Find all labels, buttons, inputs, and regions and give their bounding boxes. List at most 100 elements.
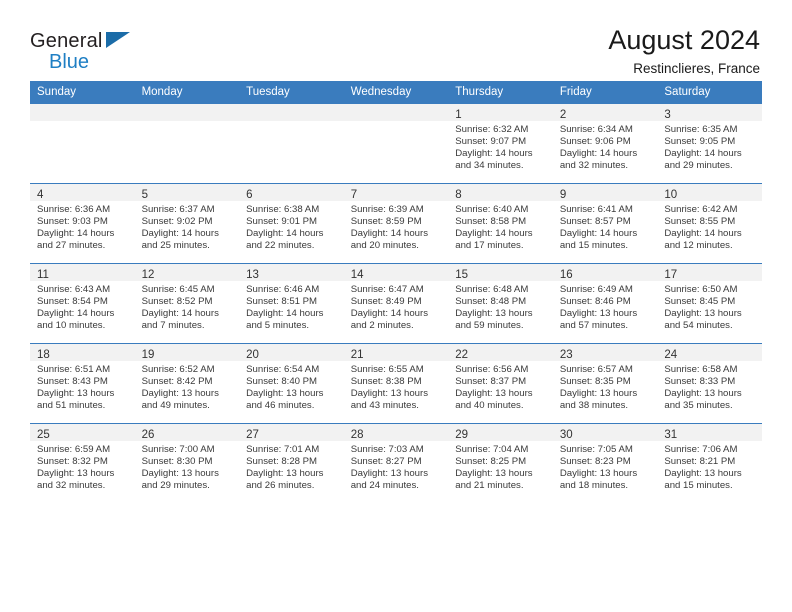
calendar-day-cell[interactable]: 27 Sunrise: 7:01 AM Sunset: 8:28 PM Dayligh… bbox=[239, 423, 344, 503]
calendar-day-cell[interactable]: 11 Sunrise: 6:43 AM Sunset: 8:54 PM Dayligh… bbox=[30, 263, 135, 344]
weekday-header-monday: Monday bbox=[134, 81, 240, 104]
calendar-day-cell[interactable]: 19 Sunrise: 6:52 AM Sunset: 8:42 PM Dayligh… bbox=[134, 343, 240, 424]
day-detail-line: and 49 minutes. bbox=[141, 400, 210, 412]
brand-logo[interactable]: General Blue bbox=[30, 24, 150, 72]
day-number-band: 24 bbox=[657, 344, 762, 361]
calendar-day-cell[interactable]: 31 Sunrise: 7:06 AM Sunset: 8:21 PM Dayligh… bbox=[657, 423, 762, 503]
day-number: 28 bbox=[350, 429, 364, 441]
day-detail-line: Sunrise: 6:35 AM bbox=[664, 124, 738, 135]
calendar-day-cell[interactable]: 25 Sunrise: 6:59 AM Sunset: 8:32 PM Dayligh… bbox=[30, 423, 135, 503]
calendar-day-cell[interactable]: 6 Sunrise: 6:38 AM Sunset: 9:01 PM Daylight… bbox=[239, 183, 344, 264]
calendar-day-cell[interactable]: 30 Sunrise: 7:05 AM Sunset: 8:23 PM Dayligh… bbox=[552, 423, 658, 503]
calendar-day-cell[interactable]: 2 Sunrise: 6:34 AM Sunset: 9:06 PM Daylight… bbox=[552, 103, 658, 184]
day-detail-line: and 46 minutes. bbox=[246, 400, 315, 412]
day-number-band: 4 bbox=[30, 184, 135, 201]
day-number-band: 7 bbox=[343, 184, 449, 201]
day-detail-line: and 29 minutes. bbox=[664, 160, 733, 172]
calendar-day-cell[interactable]: 28 Sunrise: 7:03 AM Sunset: 8:27 PM Dayligh… bbox=[343, 423, 449, 503]
calendar-cell-empty bbox=[134, 103, 240, 184]
day-details bbox=[135, 121, 240, 124]
calendar-day-cell[interactable]: 1 Sunrise: 6:32 AM Sunset: 9:07 PM Daylight… bbox=[448, 103, 553, 184]
day-details: Sunrise: 6:48 AM Sunset: 8:48 PM Daylight:… bbox=[448, 281, 553, 332]
day-details bbox=[239, 121, 344, 124]
day-detail-line: Sunset: 9:07 PM bbox=[455, 136, 527, 148]
day-details: Sunrise: 6:45 AM Sunset: 8:52 PM Daylight:… bbox=[135, 281, 240, 332]
day-detail-line: Daylight: 13 hours bbox=[455, 308, 533, 320]
day-number: 31 bbox=[664, 429, 678, 441]
day-detail-line: Sunset: 8:30 PM bbox=[141, 456, 213, 468]
calendar-day-cell[interactable]: 9 Sunrise: 6:41 AM Sunset: 8:57 PM Daylight… bbox=[552, 183, 658, 264]
day-detail-line: Sunrise: 7:00 AM bbox=[141, 444, 215, 455]
day-detail-line: Sunrise: 7:05 AM bbox=[559, 444, 633, 455]
day-detail-line: Daylight: 13 hours bbox=[664, 308, 742, 320]
day-detail-line: Sunrise: 7:03 AM bbox=[350, 444, 424, 455]
day-details: Sunrise: 6:39 AM Sunset: 8:59 PM Daylight:… bbox=[344, 201, 449, 252]
calendar-day-cell[interactable]: 15 Sunrise: 6:48 AM Sunset: 8:48 PM Dayligh… bbox=[448, 263, 553, 344]
calendar-day-cell[interactable]: 20 Sunrise: 6:54 AM Sunset: 8:40 PM Dayligh… bbox=[239, 343, 344, 424]
calendar-day-cell[interactable]: 24 Sunrise: 6:58 AM Sunset: 8:33 PM Dayligh… bbox=[657, 343, 762, 424]
calendar-day-cell[interactable]: 12 Sunrise: 6:45 AM Sunset: 8:52 PM Dayligh… bbox=[134, 263, 240, 344]
day-detail-line: Daylight: 14 hours bbox=[141, 308, 219, 320]
day-details: Sunrise: 6:49 AM Sunset: 8:46 PM Daylight:… bbox=[553, 281, 658, 332]
calendar-day-cell[interactable]: 5 Sunrise: 6:37 AM Sunset: 9:02 PM Daylight… bbox=[134, 183, 240, 264]
calendar-day-cell[interactable]: 4 Sunrise: 6:36 AM Sunset: 9:03 PM Daylight… bbox=[30, 183, 135, 264]
calendar-day-cell[interactable]: 10 Sunrise: 6:42 AM Sunset: 8:55 PM Dayligh… bbox=[657, 183, 762, 264]
calendar-day-cell[interactable]: 8 Sunrise: 6:40 AM Sunset: 8:58 PM Daylight… bbox=[448, 183, 553, 264]
calendar-day-cell[interactable]: 14 Sunrise: 6:47 AM Sunset: 8:49 PM Dayligh… bbox=[343, 263, 449, 344]
day-detail-line: and 25 minutes. bbox=[141, 240, 210, 252]
day-detail-line: Daylight: 13 hours bbox=[664, 388, 742, 400]
day-detail-line: Daylight: 14 hours bbox=[350, 228, 429, 240]
day-detail-line: Daylight: 13 hours bbox=[350, 468, 429, 480]
day-number: 8 bbox=[455, 189, 462, 201]
day-number: 13 bbox=[246, 269, 259, 281]
day-details: Sunrise: 6:50 AM Sunset: 8:45 PM Daylight:… bbox=[657, 281, 762, 332]
day-number-band: 11 bbox=[30, 264, 135, 281]
calendar-day-cell[interactable]: 7 Sunrise: 6:39 AM Sunset: 8:59 PM Daylight… bbox=[343, 183, 449, 264]
day-number: 24 bbox=[664, 349, 678, 361]
calendar-day-cell[interactable]: 18 Sunrise: 6:51 AM Sunset: 8:43 PM Dayligh… bbox=[30, 343, 135, 424]
day-detail-line: Daylight: 13 hours bbox=[559, 468, 638, 480]
day-detail-line: Sunset: 8:52 PM bbox=[141, 296, 213, 308]
day-detail-line: and 32 minutes. bbox=[559, 160, 629, 172]
weekday-header-wednesday: Wednesday bbox=[343, 81, 449, 104]
day-detail-line: Sunset: 8:57 PM bbox=[559, 216, 631, 228]
day-detail-line: and 26 minutes. bbox=[246, 480, 315, 492]
day-detail-line: Sunrise: 6:45 AM bbox=[141, 284, 215, 295]
day-detail-line: and 40 minutes. bbox=[455, 400, 524, 412]
day-details: Sunrise: 6:36 AM Sunset: 9:03 PM Daylight:… bbox=[30, 201, 135, 252]
day-number-band: 10 bbox=[657, 184, 762, 201]
day-detail-line: and 51 minutes. bbox=[37, 400, 106, 412]
calendar-day-cell[interactable]: 17 Sunrise: 6:50 AM Sunset: 8:45 PM Dayligh… bbox=[657, 263, 762, 344]
calendar-week-row: 4 Sunrise: 6:36 AM Sunset: 9:03 PM Daylight… bbox=[30, 183, 762, 264]
calendar-page: General Blue August 2024 Restinclieres, … bbox=[0, 0, 792, 612]
day-detail-line: and 43 minutes. bbox=[350, 400, 419, 412]
day-detail-line: Daylight: 14 hours bbox=[455, 148, 533, 160]
calendar-day-cell[interactable]: 21 Sunrise: 6:55 AM Sunset: 8:38 PM Dayligh… bbox=[343, 343, 449, 424]
day-detail-line: and 35 minutes. bbox=[664, 400, 733, 412]
calendar-day-cell[interactable]: 26 Sunrise: 7:00 AM Sunset: 8:30 PM Dayligh… bbox=[134, 423, 240, 503]
day-details: Sunrise: 6:40 AM Sunset: 8:58 PM Daylight:… bbox=[448, 201, 553, 252]
day-details: Sunrise: 6:38 AM Sunset: 9:01 PM Daylight:… bbox=[239, 201, 344, 252]
day-number: 27 bbox=[246, 429, 259, 441]
day-number: 5 bbox=[141, 189, 148, 201]
day-details: Sunrise: 6:35 AM Sunset: 9:05 PM Daylight:… bbox=[657, 121, 762, 172]
calendar-day-cell[interactable]: 22 Sunrise: 6:56 AM Sunset: 8:37 PM Dayligh… bbox=[448, 343, 553, 424]
day-detail-line: Sunset: 8:54 PM bbox=[37, 296, 108, 308]
calendar-day-cell[interactable]: 29 Sunrise: 7:04 AM Sunset: 8:25 PM Dayligh… bbox=[448, 423, 553, 503]
calendar-day-cell[interactable]: 13 Sunrise: 6:46 AM Sunset: 8:51 PM Dayligh… bbox=[239, 263, 344, 344]
weekday-header-thursday: Thursday bbox=[448, 81, 553, 104]
day-detail-line: Sunset: 9:06 PM bbox=[559, 136, 631, 148]
day-detail-line: and 15 minutes. bbox=[559, 240, 629, 252]
calendar-day-cell[interactable]: 16 Sunrise: 6:49 AM Sunset: 8:46 PM Dayligh… bbox=[552, 263, 658, 344]
calendar-day-cell[interactable]: 23 Sunrise: 6:57 AM Sunset: 8:35 PM Dayligh… bbox=[552, 343, 658, 424]
day-detail-line: Daylight: 13 hours bbox=[455, 468, 533, 480]
day-detail-line: Sunrise: 6:46 AM bbox=[246, 284, 320, 295]
day-number-band: 29 bbox=[448, 424, 553, 441]
calendar-day-cell[interactable]: 3 Sunrise: 6:35 AM Sunset: 9:05 PM Daylight… bbox=[657, 103, 762, 184]
weekday-header-saturday: Saturday bbox=[657, 81, 762, 104]
day-number-band: 22 bbox=[448, 344, 553, 361]
day-number: 16 bbox=[559, 269, 573, 281]
day-detail-line: Daylight: 14 hours bbox=[246, 308, 324, 320]
day-detail-line: Sunset: 9:03 PM bbox=[37, 216, 108, 228]
day-detail-line: Sunset: 8:58 PM bbox=[455, 216, 527, 228]
